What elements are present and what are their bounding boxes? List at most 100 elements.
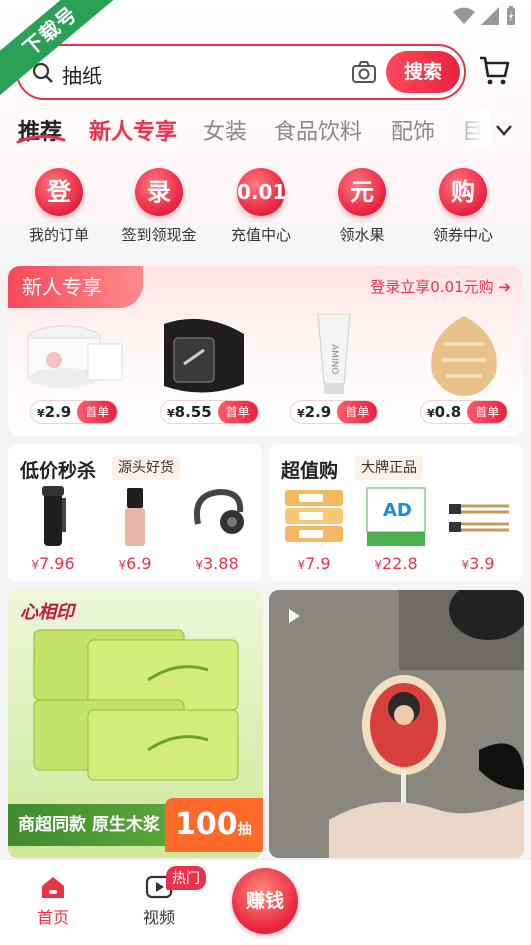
tissue-count-unit: 抽	[237, 822, 252, 838]
price-value: 7.96	[39, 554, 75, 573]
tab-food-drink[interactable]: 食品饮料	[274, 114, 362, 146]
thermos-image	[42, 486, 66, 546]
tissue-count: 100抽	[165, 798, 263, 852]
price-value: 7.9	[305, 554, 331, 573]
quick-label: 充值中心	[230, 226, 291, 244]
svg-text:AMINO: AMINO	[329, 344, 339, 374]
first-order-badge: 首单	[217, 401, 258, 423]
bread-packs-image	[285, 490, 343, 542]
tab-fade	[455, 110, 490, 146]
first-order-badge: 首单	[77, 401, 118, 423]
play-icon[interactable]	[287, 608, 301, 624]
hot-badge: 热门	[166, 866, 206, 890]
tab-womens[interactable]: 女装	[203, 114, 247, 146]
cleanser-tube-image: AMINO	[317, 314, 351, 394]
price-tag: ¥2.9 首单	[290, 400, 379, 424]
quick-label: 领券中心	[432, 226, 493, 244]
price-value: 8.55	[174, 403, 212, 421]
search-input[interactable]: 抽纸	[62, 60, 102, 89]
currency: ¥	[167, 407, 175, 420]
signal-icon	[481, 7, 499, 25]
search-bar[interactable]: 抽纸 搜索	[16, 44, 466, 100]
nav-video-label: 视频	[142, 908, 175, 927]
login-icon: 登	[35, 168, 83, 216]
feed-card-tissue[interactable]: 心相印 商超同款 原生木浆 100抽	[8, 590, 263, 858]
arrow-right-icon: ➔	[498, 278, 511, 296]
price-value: 22.8	[382, 554, 418, 573]
currency: ¥	[31, 558, 39, 572]
brand-item[interactable]: AD ¥22.8	[361, 484, 431, 573]
flash-sale-section[interactable]: 低价秒杀 源头好货 ¥7.96 ¥6.9 ¥3.88	[8, 444, 262, 582]
earn-button[interactable]: 赚钱	[232, 868, 298, 934]
price-tag: ¥2.9 首单	[30, 400, 119, 424]
currency: ¥	[427, 407, 435, 420]
brand-item[interactable]: ¥7.9	[279, 484, 349, 573]
new-user-section: 新人专享 登录立享0.01元购 ➔ ¥2.9 首单 ¥8.55 首单 AMINO ¥…	[8, 266, 523, 436]
flash-sale-title: 低价秒杀	[20, 460, 97, 482]
quick-label: 我的订单	[28, 226, 89, 244]
price-tag: ¥0.8 首单	[420, 400, 509, 424]
yuan-icon: 元	[338, 168, 386, 216]
record-icon: 录	[135, 168, 183, 216]
brand-deals-section[interactable]: 超值购 大牌正品 ¥7.9 AD ¥22.8 ¥3.9	[269, 444, 523, 582]
camera-icon[interactable]	[351, 60, 377, 84]
feed-card-video[interactable]	[269, 590, 524, 858]
foundation-bottle-image	[125, 488, 145, 546]
brand-deals-title: 超值购	[281, 460, 339, 482]
leather-belt-image	[164, 318, 244, 393]
first-order-badge: 首单	[467, 401, 508, 423]
wifi-icon	[453, 7, 475, 24]
product-card[interactable]: ¥0.8 首单	[404, 308, 522, 428]
currency: ¥	[118, 558, 127, 572]
quick-fruit[interactable]: 元 领水果	[307, 168, 417, 245]
makeup-puff-image	[431, 316, 497, 396]
product-card[interactable]: ¥8.55 首单	[144, 308, 262, 428]
search-button[interactable]: 搜索	[386, 51, 460, 93]
ad-milk-drink-image: AD	[366, 487, 426, 546]
tab-accessories[interactable]: 配饰	[391, 114, 435, 146]
price-value: 3.88	[203, 554, 239, 573]
brand-item[interactable]: ¥3.9	[443, 484, 513, 573]
active-tab-swoosh	[16, 135, 66, 144]
home-icon	[42, 877, 64, 898]
quick-coupons[interactable]: 购 领券中心	[408, 168, 518, 245]
price-value: 3.9	[469, 554, 495, 573]
currency: ¥	[374, 558, 382, 572]
currency: ¥	[195, 558, 203, 572]
flash-item[interactable]: ¥7.96	[18, 484, 88, 573]
penny-icon: 0.01	[237, 168, 286, 216]
quick-my-orders[interactable]: 登 我的订单	[4, 168, 114, 245]
product-card[interactable]: ¥2.9 首单	[14, 308, 132, 428]
price-value: 2.9	[44, 403, 72, 421]
buy-icon: 购	[439, 168, 487, 216]
login-promo-text: 登录立享0.01元购	[370, 278, 494, 296]
first-order-badge: 首单	[337, 401, 378, 423]
currency: ¥	[37, 407, 45, 420]
svg-text:AD: AD	[383, 500, 412, 521]
product-card[interactable]: AMINO ¥2.9 首单	[274, 308, 392, 428]
brand-logo: 心相印	[20, 602, 74, 623]
chevron-down-icon[interactable]	[494, 122, 514, 138]
category-tabs: 推荐 新人专享 女装 食品饮料 配饰 巨	[0, 110, 531, 150]
bottom-nav: 首页 视频 热门 赚钱	[0, 859, 531, 945]
quick-recharge[interactable]: 0.01 充值中心	[206, 168, 316, 245]
nav-home[interactable]: 首页	[13, 874, 93, 928]
price-tag: ¥8.55 首单	[160, 400, 259, 424]
tab-new-user[interactable]: 新人专享	[89, 114, 177, 146]
flash-sale-badge: 源头好货	[112, 456, 180, 480]
status-bar	[453, 6, 517, 26]
tissue-count-number: 100	[175, 807, 238, 842]
flash-item[interactable]: ¥6.9	[100, 484, 170, 573]
currency: ¥	[461, 558, 470, 572]
quick-label: 领水果	[339, 226, 385, 244]
price-value: 6.9	[126, 554, 152, 573]
chopsticks-image	[449, 504, 509, 532]
earphone-image	[194, 488, 244, 534]
nav-home-label: 首页	[36, 908, 69, 927]
brand-deals-badge: 大牌正品	[355, 456, 423, 480]
cart-icon[interactable]	[478, 54, 510, 86]
video-thumbnail-image	[269, 590, 524, 858]
login-promo-link[interactable]: 登录立享0.01元购 ➔	[370, 276, 511, 297]
flash-item[interactable]: ¥3.88	[182, 484, 252, 573]
quick-checkin-cash[interactable]: 录 签到领现金	[104, 168, 214, 245]
